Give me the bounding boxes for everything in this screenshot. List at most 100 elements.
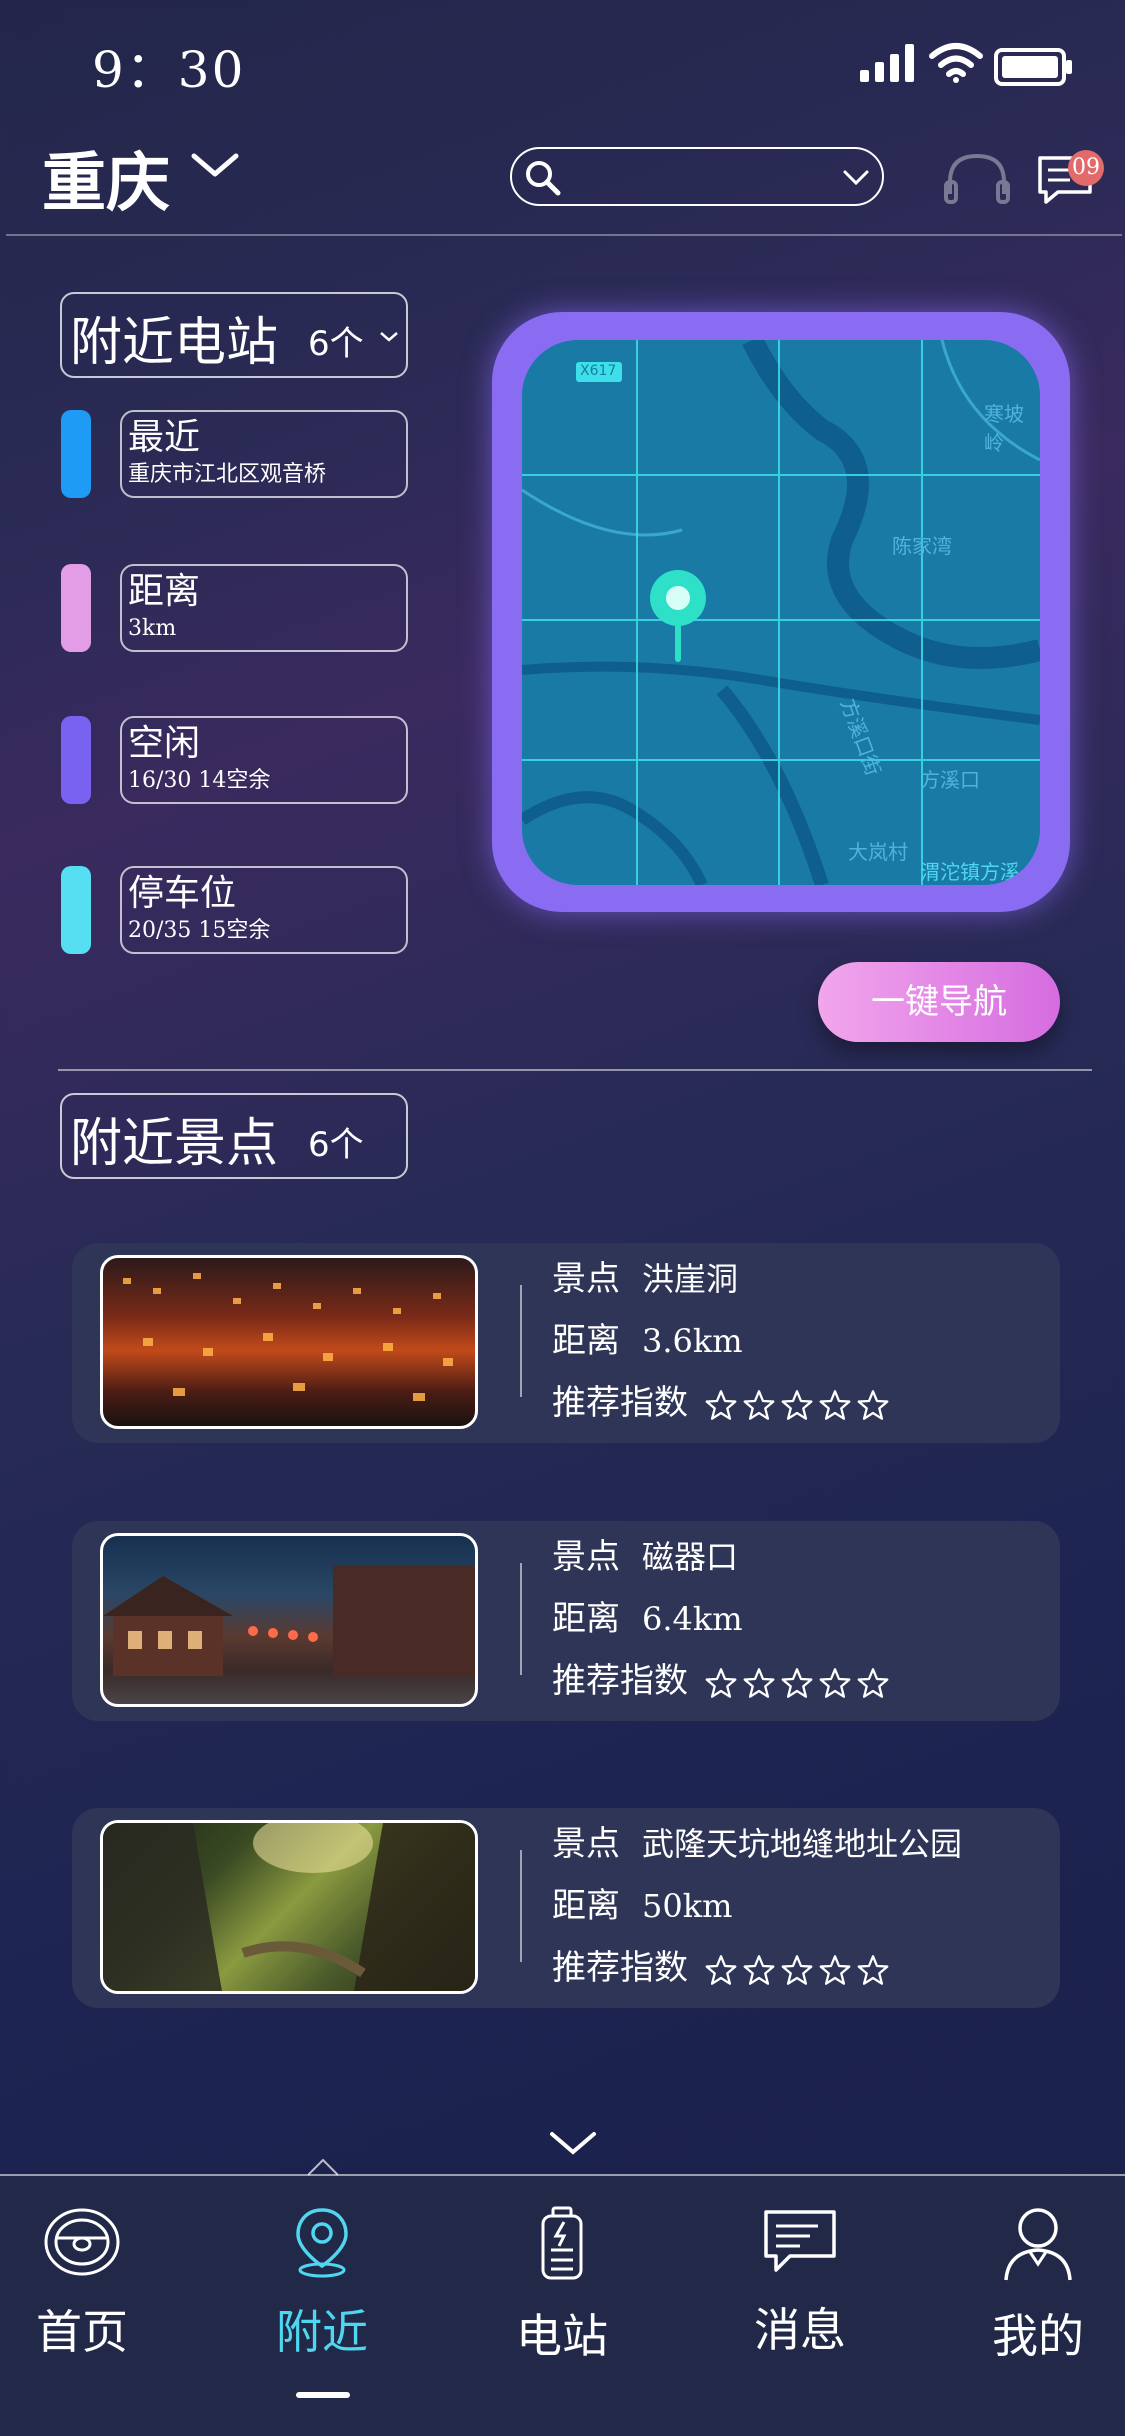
star-icon[interactable]: [819, 1954, 851, 1986]
rating-stars[interactable]: [699, 1948, 889, 1988]
card-divider: [520, 1850, 522, 1962]
map-place-label: 寒坡岭: [984, 402, 1024, 455]
attraction-distance-row: 距离 50km: [552, 1878, 732, 1927]
distance-label: 距离: [552, 1321, 620, 1361]
rating-stars[interactable]: [699, 1383, 889, 1423]
filter-label: 距离: [128, 571, 201, 612]
star-icon[interactable]: [857, 1954, 889, 1986]
attraction-name: 磁器口: [642, 1538, 739, 1576]
distance-label: 距离: [552, 1886, 620, 1926]
filter-indicator-nearest: [61, 410, 91, 498]
attraction-thumbnail: [100, 1820, 478, 1994]
location-pin-icon[interactable]: [648, 568, 708, 664]
attraction-card[interactable]: 景点 武隆天坑地缝地址公园 距离 50km 推荐指数: [72, 1808, 1060, 2008]
filter-label: 停车位: [128, 873, 237, 914]
signal-icon: [860, 44, 914, 82]
nav-active-notch: [308, 2158, 338, 2176]
attraction-name: 洪崖洞: [642, 1260, 739, 1298]
attractions-count: 6个: [308, 1125, 364, 1165]
divider: [6, 234, 1122, 236]
filter-parking[interactable]: 停车位 20/35 15空余: [120, 866, 408, 954]
filter-sub: 3km: [128, 616, 177, 641]
name-label: 景点: [552, 1824, 620, 1864]
location-pin-icon: [296, 2208, 348, 2278]
attraction-rating-row: 推荐指数: [552, 1940, 889, 1989]
star-icon[interactable]: [705, 1667, 737, 1699]
star-icon[interactable]: [857, 1389, 889, 1421]
attraction-distance: 50km: [642, 1887, 733, 1925]
map-place-label: 陈家湾: [892, 534, 952, 558]
attractions-section-header[interactable]: 附近景点 6个: [60, 1093, 408, 1179]
search-dropdown-icon[interactable]: [842, 169, 870, 187]
attraction-image: [103, 1823, 475, 1991]
filter-nearest[interactable]: 最近 重庆市江北区观音桥: [120, 410, 408, 498]
map-place-label: 大岚村: [848, 840, 908, 864]
headphones-icon[interactable]: [942, 150, 1012, 206]
star-icon[interactable]: [743, 1667, 775, 1699]
tab-stations[interactable]: 电站: [472, 2206, 652, 2366]
attraction-name-row: 景点 洪崖洞: [552, 1251, 738, 1300]
distance-label: 距离: [552, 1599, 620, 1639]
attraction-distance-row: 距离 6.4km: [552, 1591, 743, 1640]
attraction-rating-row: 推荐指数: [552, 1375, 889, 1424]
star-icon[interactable]: [819, 1389, 851, 1421]
star-icon[interactable]: [781, 1667, 813, 1699]
card-divider: [520, 1563, 522, 1675]
filter-indicator-distance: [61, 564, 91, 652]
star-icon[interactable]: [781, 1389, 813, 1421]
attraction-card[interactable]: 景点 洪崖洞 距离 3.6km 推荐指数: [72, 1243, 1060, 1443]
map-road-tag: X617: [580, 363, 617, 379]
search-input[interactable]: [510, 147, 884, 206]
star-icon[interactable]: [743, 1389, 775, 1421]
active-tab-indicator: [296, 2392, 350, 2398]
city-selector[interactable]: 重庆: [42, 132, 170, 224]
map-place-label: 渭沱镇方溪: [920, 860, 1020, 884]
person-icon: [1004, 2208, 1072, 2281]
card-divider: [520, 1285, 522, 1397]
navigate-button[interactable]: 一键导航: [818, 962, 1060, 1042]
status-time: 9：30: [92, 41, 246, 99]
star-icon[interactable]: [819, 1667, 851, 1699]
chevron-down-icon[interactable]: [190, 150, 240, 180]
divider: [58, 1069, 1092, 1071]
star-icon[interactable]: [743, 1954, 775, 1986]
rating-stars[interactable]: [699, 1661, 889, 1701]
attraction-rating-row: 推荐指数: [552, 1653, 889, 1702]
attraction-image: [123, 1273, 453, 1401]
attraction-distance-row: 距离 3.6km: [552, 1313, 743, 1362]
attraction-name: 武隆天坑地缝地址公园: [642, 1825, 963, 1863]
stations-section-header[interactable]: 附近电站 6个: [60, 292, 408, 378]
tab-label: 消息: [754, 2303, 846, 2357]
message-badge: 09: [1068, 150, 1104, 186]
search-icon: [526, 161, 561, 196]
filter-label: 最近: [128, 417, 201, 458]
chevron-down-icon[interactable]: [548, 2130, 598, 2158]
attraction-name-row: 景点 武隆天坑地缝地址公园: [552, 1816, 962, 1865]
filter-indicator-parking: [61, 866, 91, 954]
star-icon[interactable]: [857, 1667, 889, 1699]
map-place-label: 方溪口: [920, 768, 980, 792]
tab-messages[interactable]: 消息: [710, 2206, 890, 2360]
map-view[interactable]: X617 寒坡岭 陈家湾 方溪口街 方溪口 大岚村 渭沱镇方溪: [522, 340, 1040, 885]
filter-distance[interactable]: 距离 3km: [120, 564, 408, 652]
star-icon[interactable]: [705, 1389, 737, 1421]
tab-nearby[interactable]: 附近: [232, 2206, 412, 2362]
map-graphic: [522, 340, 1040, 885]
tab-profile[interactable]: 我的: [948, 2206, 1125, 2366]
rating-label: 推荐指数: [552, 1383, 688, 1423]
battery-icon: [541, 2206, 583, 2280]
attraction-card[interactable]: 景点 磁器口 距离 6.4km 推荐指数: [72, 1521, 1060, 1721]
message-icon: [764, 2210, 836, 2272]
star-icon[interactable]: [705, 1954, 737, 1986]
steering-wheel-icon: [44, 2208, 120, 2276]
stations-count: 6个: [308, 324, 364, 364]
name-label: 景点: [552, 1259, 620, 1299]
filter-idle[interactable]: 空闲 16/30 14空余: [120, 716, 408, 804]
attraction-thumbnail: [100, 1533, 478, 1707]
star-icon[interactable]: [781, 1954, 813, 1986]
tab-home[interactable]: 首页: [0, 2206, 172, 2362]
tab-label: 电站: [516, 2309, 608, 2363]
filter-sub: 重庆市江北区观音桥: [128, 462, 327, 487]
tab-label: 我的: [992, 2309, 1084, 2363]
chevron-down-icon: [380, 332, 398, 342]
